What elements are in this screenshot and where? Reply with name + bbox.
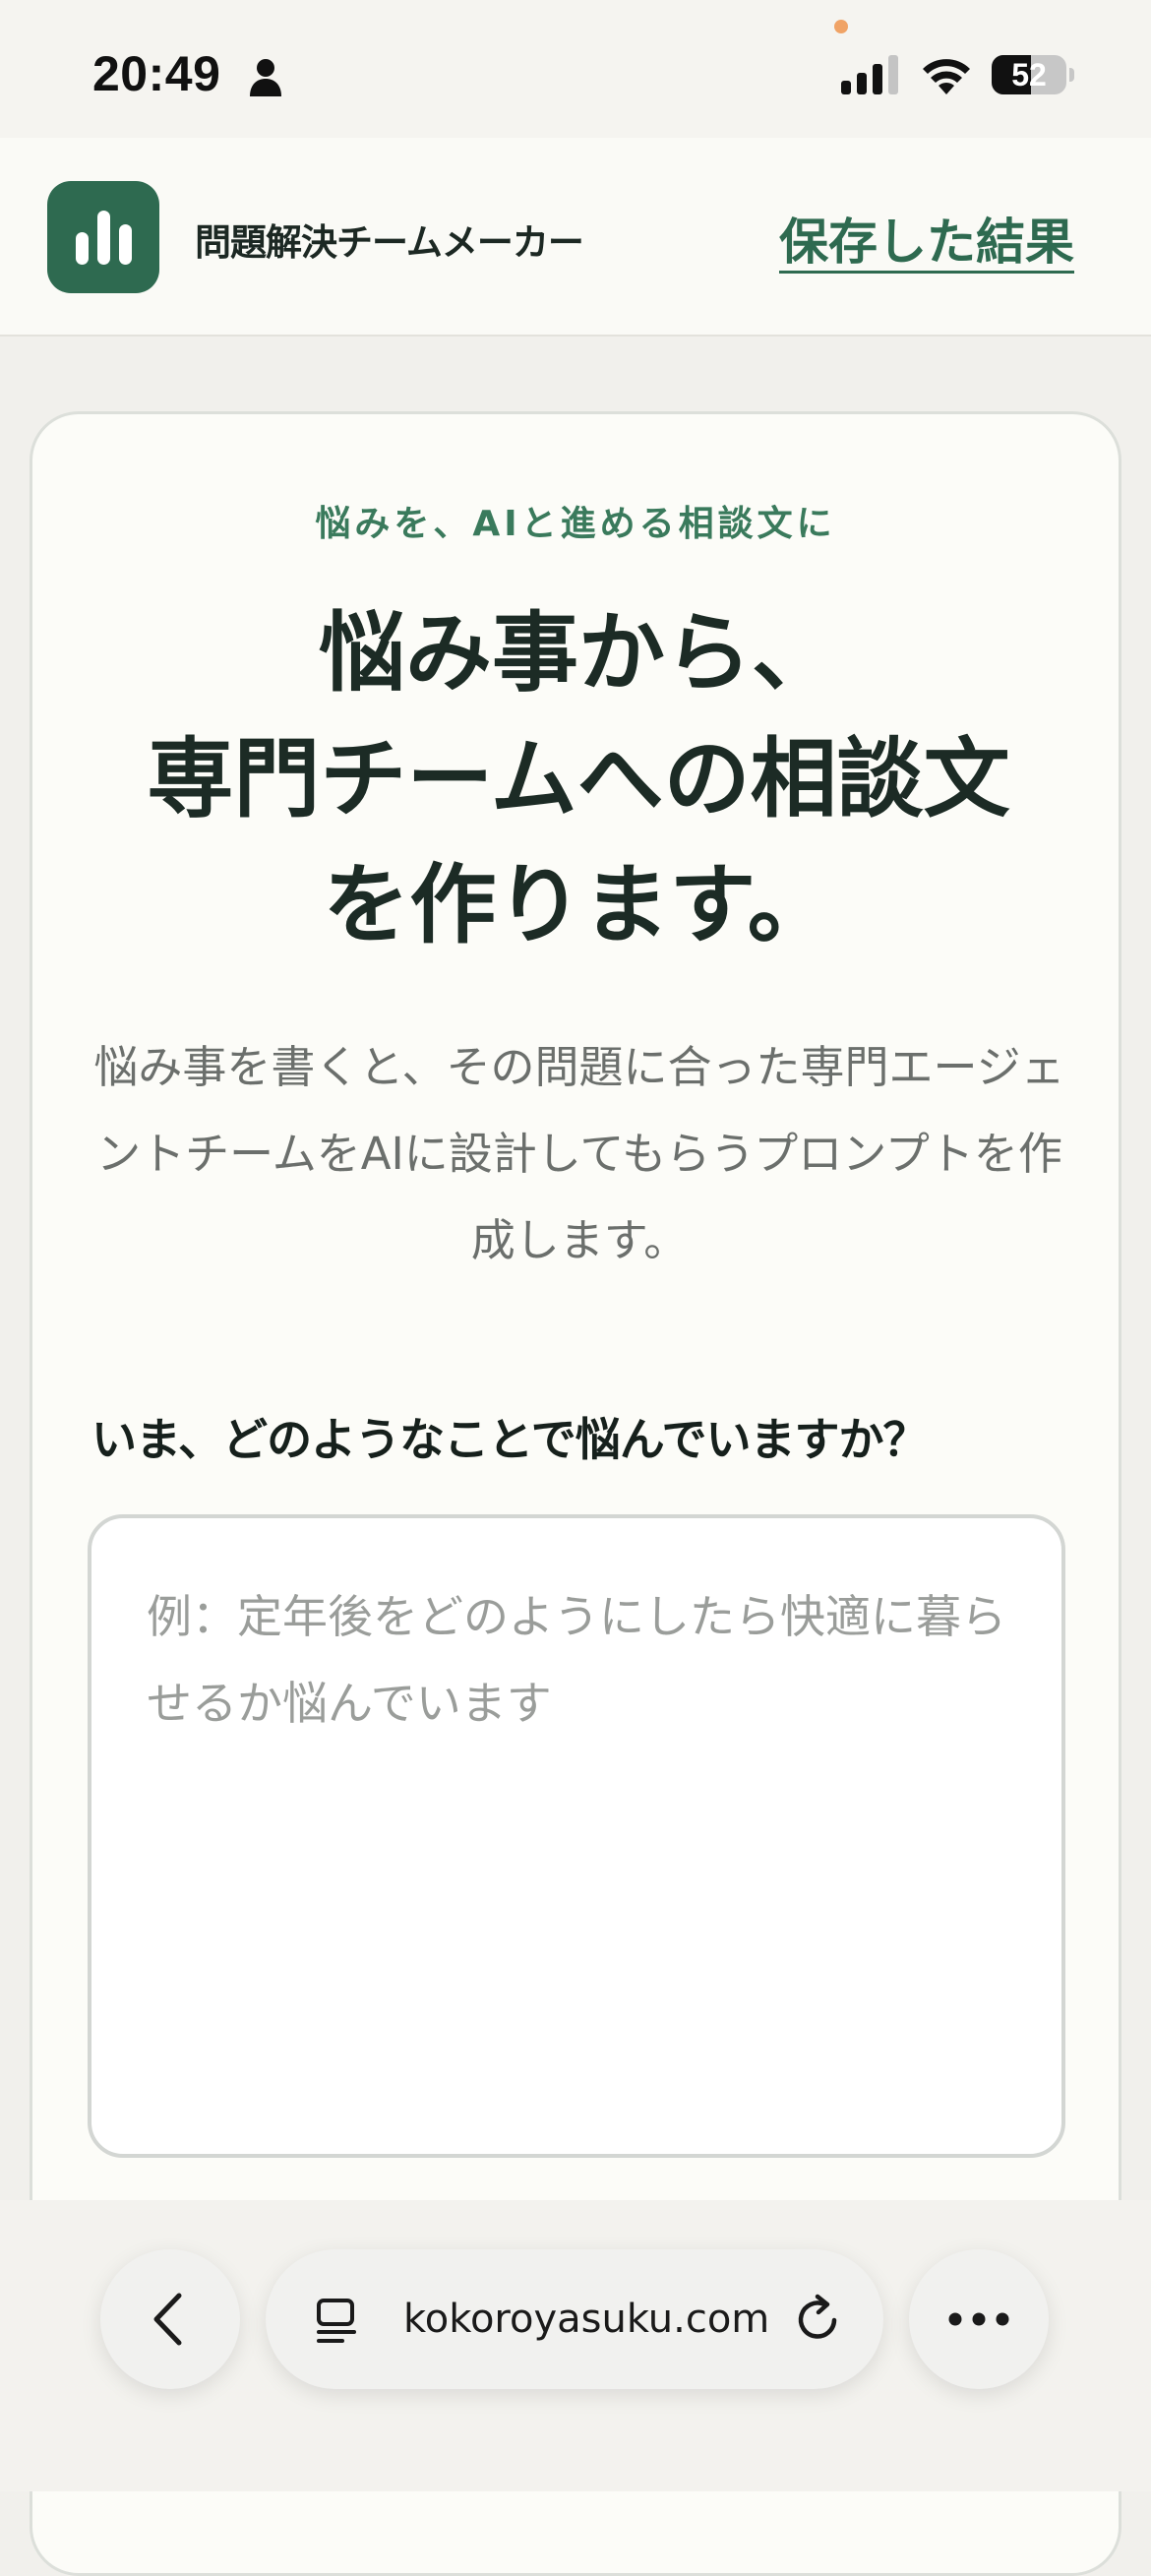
- reload-icon[interactable]: [791, 2293, 844, 2346]
- browser-toolbar: kokoroyasuku.com: [0, 2200, 1151, 2491]
- headline-line: 専門チームへの相談文: [147, 727, 1010, 829]
- headline-line: 悩み事から、: [318, 601, 838, 704]
- url-text[interactable]: kokoroyasuku.com: [403, 2297, 769, 2342]
- saved-results-link[interactable]: 保存した結果: [779, 203, 1074, 274]
- reader-icon[interactable]: [313, 2297, 360, 2344]
- description-text: 悩み事を書くと、その問題に合った専門エージェントチームをAIに設計してもらうプロ…: [93, 1041, 1065, 1266]
- back-chevron-icon: [153, 2293, 182, 2346]
- wifi-icon: [923, 59, 970, 94]
- app-title[interactable]: 問題解決チームメーカー: [195, 213, 584, 266]
- bar-chart-icon[interactable]: [47, 181, 159, 293]
- battery-level: 52: [1011, 57, 1047, 92]
- person-icon: [250, 59, 281, 96]
- battery-icon: 52: [992, 55, 1074, 94]
- page-headline: 悩み事から、 専門チームへの相談文 を作ります。: [52, 589, 1105, 967]
- status-bar: 20:49 52: [0, 0, 1151, 138]
- more-options-button[interactable]: [909, 2249, 1049, 2389]
- signal-icon: [841, 55, 898, 94]
- more-icon: [948, 2312, 1009, 2326]
- status-time: 20:49: [92, 46, 221, 101]
- url-bar[interactable]: kokoroyasuku.com: [266, 2249, 883, 2389]
- app-header: 問題解決チームメーカー 保存した結果: [0, 138, 1151, 337]
- question-label: いま、どのようなことで悩んでいますか？: [91, 1413, 928, 1466]
- privacy-indicator-dot: [834, 20, 848, 33]
- back-button[interactable]: [100, 2249, 240, 2389]
- headline-line: を作ります。: [323, 853, 834, 955]
- eyebrow-text: 悩みを、AIと進める相談文に: [315, 504, 836, 544]
- concern-textarea[interactable]: [88, 1514, 1065, 2158]
